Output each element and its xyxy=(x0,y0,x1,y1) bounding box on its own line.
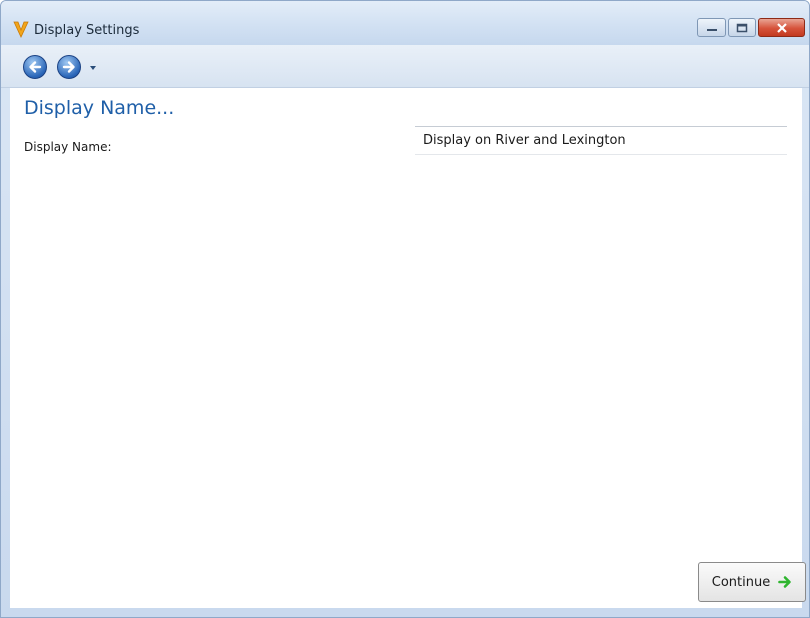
page-title: Display Name... xyxy=(24,97,175,119)
display-settings-window: Display Settings Display Name... Display… xyxy=(0,0,810,618)
close-icon xyxy=(776,22,787,33)
window-title: Display Settings xyxy=(34,23,140,38)
forward-arrow-icon xyxy=(62,61,75,73)
display-name-label: Display Name: xyxy=(24,140,112,154)
content-panel: Display Name... Display Name: Continue xyxy=(10,88,806,610)
app-v-icon xyxy=(13,21,29,38)
continue-label: Continue xyxy=(711,574,771,590)
maximize-button[interactable] xyxy=(728,18,756,37)
window-bottom-border xyxy=(1,608,809,617)
forward-button[interactable] xyxy=(57,55,81,79)
arrow-right-icon xyxy=(778,576,792,588)
back-arrow-icon xyxy=(29,61,42,73)
minimize-button[interactable] xyxy=(697,18,726,37)
navigation-bar xyxy=(1,45,809,88)
minimize-icon xyxy=(706,28,717,31)
title-bar[interactable]: Display Settings xyxy=(1,1,809,45)
continue-button[interactable]: Continue xyxy=(698,562,806,602)
back-button[interactable] xyxy=(23,55,47,79)
maximize-icon xyxy=(736,23,748,32)
close-button[interactable] xyxy=(758,18,805,37)
window-controls xyxy=(695,18,805,37)
chevron-down-icon[interactable] xyxy=(89,65,97,71)
display-name-input[interactable] xyxy=(415,126,787,155)
